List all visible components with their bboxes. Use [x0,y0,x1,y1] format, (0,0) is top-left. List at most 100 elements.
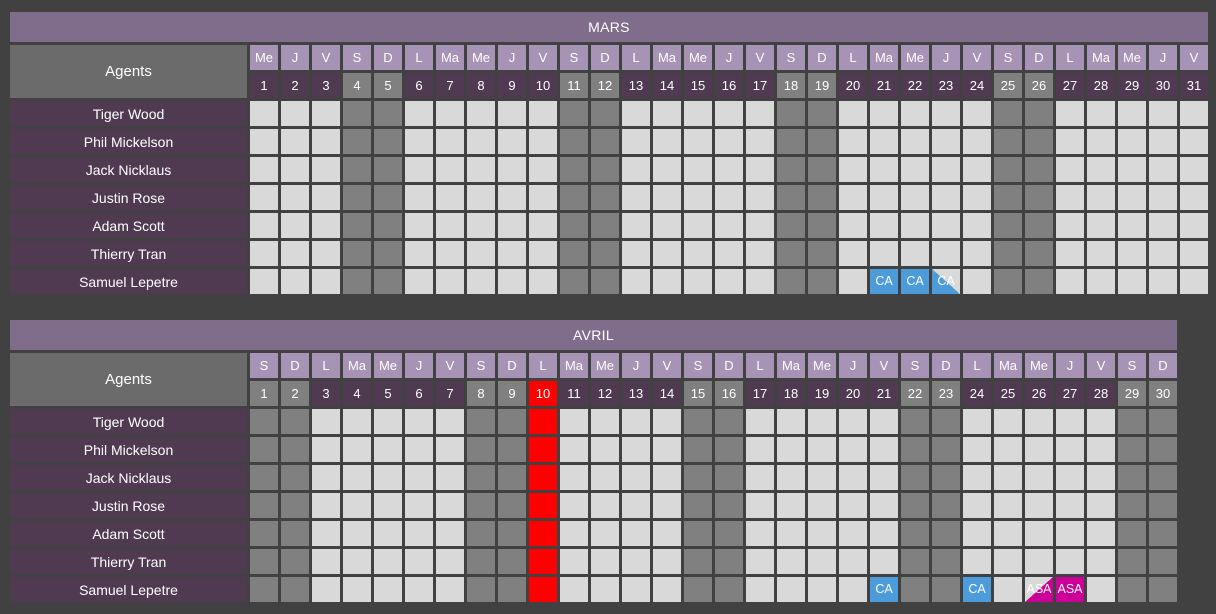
schedule-cell[interactable] [684,213,712,238]
schedule-cell[interactable] [436,129,464,154]
schedule-cell[interactable] [684,465,712,490]
schedule-cell[interactable] [963,213,991,238]
day-number-cell[interactable]: 6 [405,381,433,406]
schedule-cell[interactable] [994,409,1022,434]
schedule-cell[interactable] [870,465,898,490]
schedule-cell[interactable] [839,521,867,546]
day-of-week-cell[interactable]: J [932,45,960,70]
day-number-cell[interactable]: 18 [777,73,805,98]
schedule-cell[interactable] [1118,269,1146,294]
schedule-cell[interactable] [250,493,278,518]
schedule-cell[interactable] [498,493,526,518]
schedule-cell[interactable] [250,101,278,126]
schedule-cell[interactable] [808,549,836,574]
schedule-cell[interactable] [870,493,898,518]
schedule-cell[interactable] [343,185,371,210]
schedule-cell[interactable] [684,437,712,462]
schedule-cell[interactable] [560,409,588,434]
schedule-cell[interactable] [963,549,991,574]
schedule-cell[interactable] [746,437,774,462]
schedule-cell[interactable] [591,549,619,574]
schedule-cell[interactable] [994,185,1022,210]
schedule-cell[interactable] [715,213,743,238]
schedule-cell[interactable] [529,213,557,238]
schedule-cell[interactable] [281,465,309,490]
schedule-cell[interactable] [1118,409,1146,434]
schedule-cell[interactable] [498,437,526,462]
schedule-cell[interactable] [777,241,805,266]
day-of-week-cell[interactable]: D [374,45,402,70]
schedule-cell[interactable] [343,549,371,574]
schedule-cell[interactable] [560,269,588,294]
schedule-cell[interactable] [653,157,681,182]
schedule-cell[interactable] [467,409,495,434]
schedule-cell[interactable] [746,241,774,266]
schedule-cell[interactable] [808,185,836,210]
schedule-cell[interactable] [560,101,588,126]
schedule-cell[interactable] [312,465,340,490]
schedule-cell[interactable] [808,465,836,490]
day-of-week-cell[interactable]: Me [901,45,929,70]
day-of-week-cell[interactable]: D [1025,45,1053,70]
schedule-cell[interactable] [932,101,960,126]
day-of-week-cell[interactable]: D [591,45,619,70]
day-of-week-cell[interactable]: L [1056,45,1084,70]
schedule-cell[interactable] [405,157,433,182]
schedule-cell[interactable] [1056,185,1084,210]
day-number-cell[interactable]: 4 [343,381,371,406]
schedule-cell[interactable] [839,129,867,154]
schedule-cell[interactable] [312,577,340,602]
day-of-week-cell[interactable]: Ma [1087,45,1115,70]
schedule-cell[interactable] [870,409,898,434]
schedule-cell[interactable] [1056,101,1084,126]
schedule-cell[interactable] [808,213,836,238]
schedule-cell[interactable] [777,409,805,434]
day-number-cell[interactable]: 17 [746,381,774,406]
schedule-cell[interactable] [343,409,371,434]
schedule-cell[interactable] [746,269,774,294]
schedule-cell[interactable] [1025,213,1053,238]
day-number-cell[interactable]: 12 [591,381,619,406]
schedule-cell[interactable] [529,129,557,154]
schedule-cell[interactable] [839,493,867,518]
schedule-cell[interactable] [467,577,495,602]
schedule-cell[interactable] [436,409,464,434]
schedule-cell[interactable] [808,577,836,602]
schedule-cell[interactable]: CA [901,269,929,294]
schedule-cell[interactable] [467,213,495,238]
schedule-cell[interactable] [1087,101,1115,126]
schedule-cell[interactable] [1025,521,1053,546]
day-number-cell[interactable]: 29 [1118,73,1146,98]
day-number-cell[interactable]: 8 [467,73,495,98]
agent-name-cell[interactable]: Thierry Tran [10,241,247,266]
day-of-week-cell[interactable]: L [405,45,433,70]
schedule-cell[interactable] [250,185,278,210]
schedule-cell[interactable] [405,549,433,574]
agent-name-cell[interactable]: Tiger Wood [10,409,247,434]
schedule-cell[interactable] [529,185,557,210]
day-number-cell[interactable]: 21 [870,73,898,98]
day-of-week-cell[interactable]: Me [250,45,278,70]
schedule-cell[interactable] [901,213,929,238]
schedule-cell[interactable] [405,269,433,294]
schedule-cell[interactable] [932,409,960,434]
schedule-cell[interactable] [374,409,402,434]
schedule-cell[interactable] [374,185,402,210]
schedule-cell[interactable] [808,101,836,126]
day-of-week-cell[interactable]: J [405,353,433,378]
schedule-cell[interactable] [436,493,464,518]
schedule-cell[interactable] [1087,521,1115,546]
schedule-cell[interactable] [374,577,402,602]
agent-name-cell[interactable]: Jack Nicklaus [10,465,247,490]
schedule-cell[interactable] [591,241,619,266]
schedule-cell[interactable] [436,269,464,294]
schedule-cell[interactable] [1118,101,1146,126]
schedule-cell[interactable] [777,577,805,602]
schedule-cell[interactable] [281,101,309,126]
schedule-cell[interactable] [1180,101,1208,126]
schedule-cell[interactable] [1149,157,1177,182]
schedule-cell[interactable] [622,129,650,154]
schedule-cell[interactable] [591,437,619,462]
schedule-cell[interactable] [312,213,340,238]
day-number-cell[interactable]: 14 [653,381,681,406]
